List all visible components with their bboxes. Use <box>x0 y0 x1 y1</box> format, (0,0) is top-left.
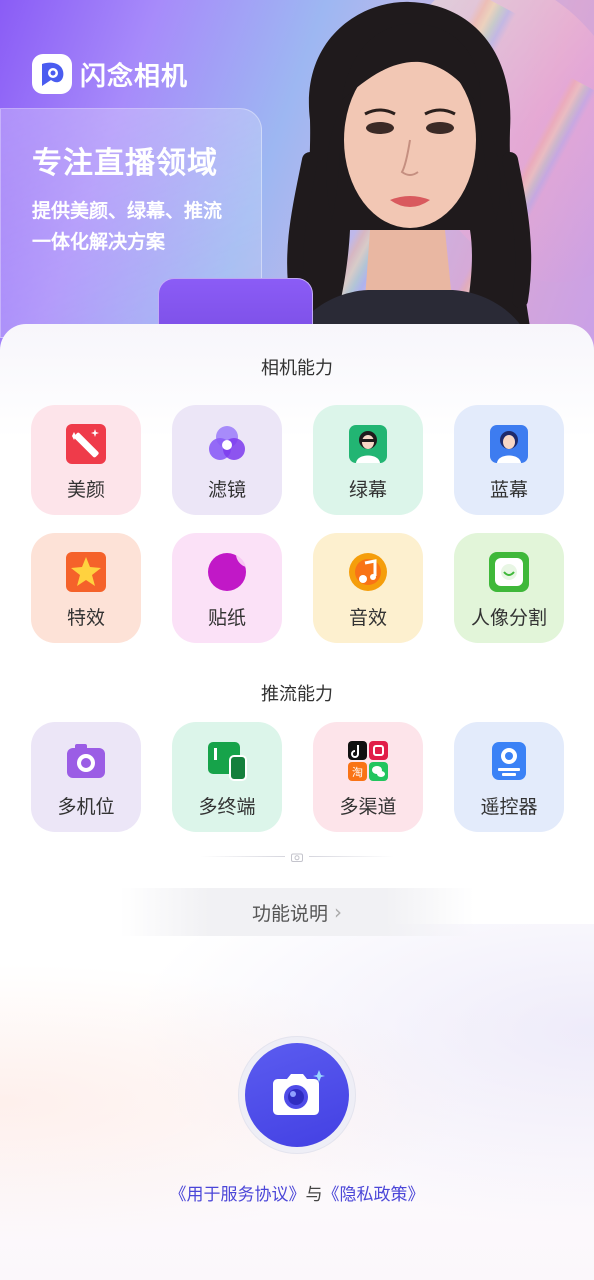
tile-effects[interactable]: 特效 <box>31 533 141 643</box>
tile-remote-control[interactable]: 遥控器 <box>454 722 564 832</box>
tile-green-screen[interactable]: 绿幕 <box>313 405 423 515</box>
camera-section-title: 相机能力 <box>261 358 333 379</box>
agreement-text: 《用于服务协议》与《隐私政策》 <box>0 1180 594 1205</box>
blue-screen-icon <box>488 423 530 465</box>
streaming-abilities-grid: 多机位 多终端 淘 多渠道 遥控器 <box>31 722 564 832</box>
camera-abilities-grid: 美颜 滤镜 绿幕 蓝幕 特效 贴纸 音效 人像分割 <box>31 405 564 643</box>
function-description-label: 功能说明 <box>251 902 328 925</box>
streaming-section-title: 推流能力 <box>261 684 333 705</box>
hero-subtitle-line1: 提供美颜、绿幕、推流 <box>32 200 223 222</box>
svg-text:淘: 淘 <box>352 766 363 779</box>
small-camera-icon <box>291 847 303 866</box>
agreement-conjunction: 与 <box>305 1185 323 1205</box>
app-name: 闪念相机 <box>80 61 189 92</box>
tile-beauty[interactable]: 美颜 <box>31 405 141 515</box>
tile-stickers[interactable]: 贴纸 <box>172 533 282 643</box>
sticker-moon-icon <box>206 551 248 593</box>
tile-multi-terminal[interactable]: 多终端 <box>172 722 282 832</box>
remote-icon <box>488 740 530 782</box>
chevron-right-icon: › <box>334 900 342 924</box>
camera-start-button[interactable] <box>238 1036 356 1154</box>
privacy-policy-link[interactable]: 《隐私政策》 <box>323 1185 425 1205</box>
service-agreement-link[interactable]: 《用于服务协议》 <box>170 1185 306 1205</box>
devices-icon <box>206 740 248 782</box>
tile-label: 蓝幕 <box>489 479 528 501</box>
tile-label: 音效 <box>348 607 387 629</box>
tile-label: 滤镜 <box>207 479 246 501</box>
app-logo: 闪念相机 <box>32 54 188 94</box>
tile-label: 绿幕 <box>348 479 387 501</box>
tile-label: 多机位 <box>57 796 115 818</box>
tile-label: 美颜 <box>66 479 105 501</box>
tile-label: 遥控器 <box>480 796 538 818</box>
tile-blue-screen[interactable]: 蓝幕 <box>454 405 564 515</box>
tile-label: 多终端 <box>198 796 256 818</box>
tile-label: 多渠道 <box>339 796 397 818</box>
tile-multi-channel[interactable]: 淘 多渠道 <box>313 722 423 832</box>
star-effect-icon <box>65 551 107 593</box>
shutter-button[interactable] <box>245 1043 349 1147</box>
beauty-wand-icon <box>65 423 107 465</box>
tile-multi-camera[interactable]: 多机位 <box>31 722 141 832</box>
portrait-segment-icon <box>488 551 530 593</box>
hero-title: 专注直播领域 <box>32 146 218 181</box>
tile-label: 人像分割 <box>470 607 547 629</box>
section-divider <box>200 853 394 862</box>
green-screen-icon <box>347 423 389 465</box>
music-note-icon <box>347 551 389 593</box>
tile-label: 贴纸 <box>207 607 246 629</box>
app-logo-icon <box>32 54 72 94</box>
tile-label: 特效 <box>66 607 105 629</box>
tile-portrait-segmentation[interactable]: 人像分割 <box>454 533 564 643</box>
camera-sparkle-icon <box>273 1070 325 1115</box>
hero-banner: 闪念相机 专注直播领域 提供美颜、绿幕、推流 一体化解决方案 <box>0 0 594 360</box>
filter-circles-icon <box>206 423 248 465</box>
tile-filter[interactable]: 滤镜 <box>172 405 282 515</box>
tile-sound-effects[interactable]: 音效 <box>313 533 423 643</box>
function-description-link[interactable]: 功能说明 › <box>120 888 474 936</box>
camera-icon <box>65 740 107 782</box>
hero-subtitle-line2: 一体化解决方案 <box>32 231 166 253</box>
channels-icon: 淘 <box>347 740 389 782</box>
